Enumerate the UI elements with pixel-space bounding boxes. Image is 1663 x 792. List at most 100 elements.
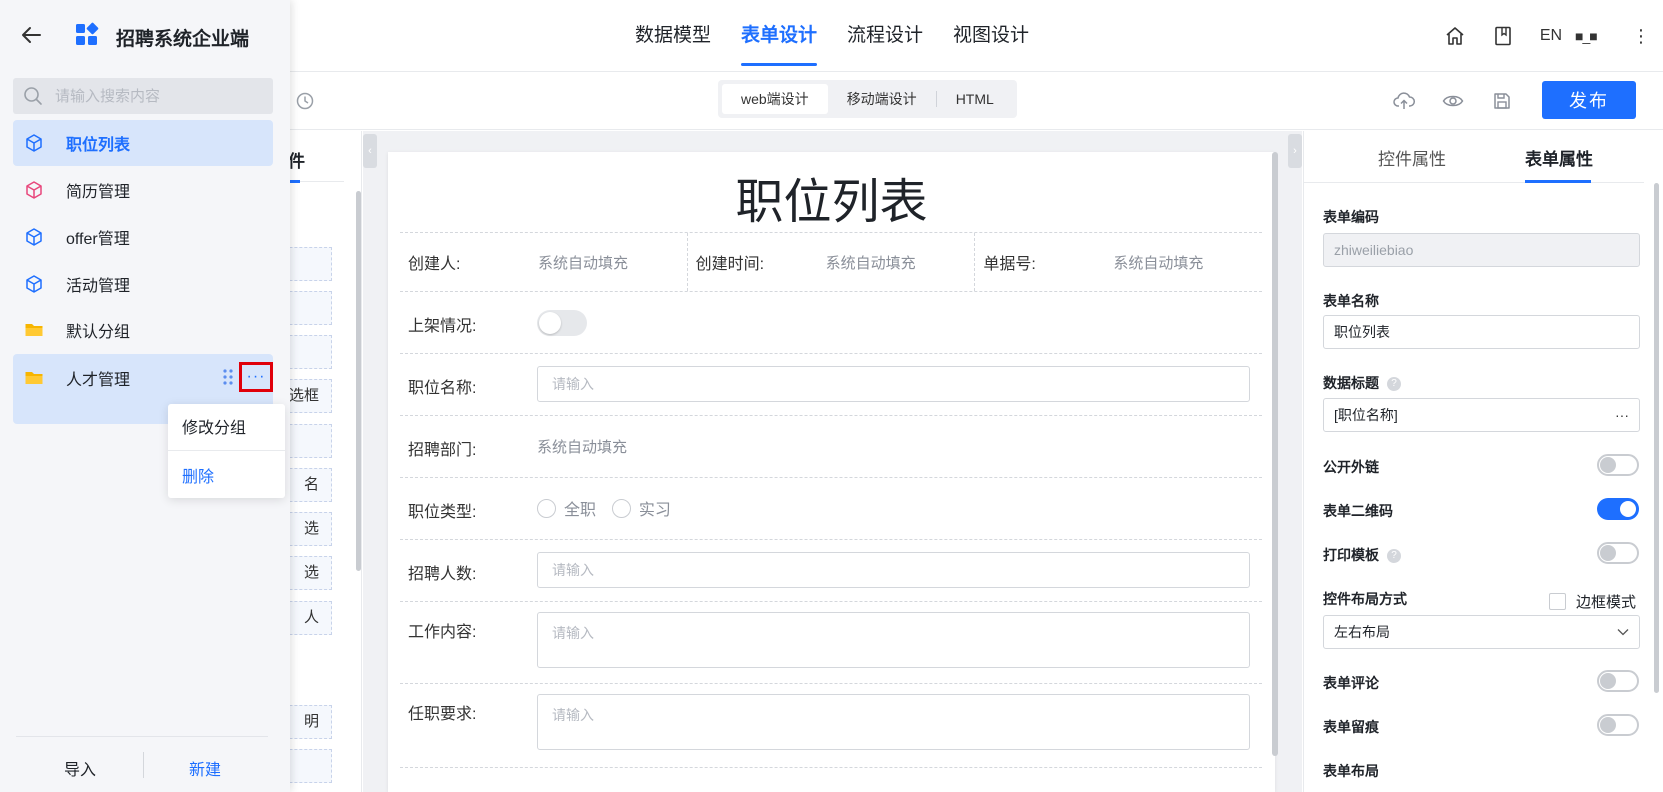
history-icon[interactable] bbox=[290, 86, 320, 116]
more-vertical-icon[interactable]: ⋮ bbox=[1619, 26, 1663, 47]
nav-item-label: 默认分组 bbox=[66, 324, 131, 341]
save-icon[interactable] bbox=[1487, 86, 1517, 116]
language-switch[interactable]: EN bbox=[1527, 27, 1575, 45]
nav-item-position-list[interactable]: 职位列表 bbox=[13, 120, 273, 166]
nav-item-activity-management[interactable]: 活动管理 bbox=[13, 261, 273, 307]
preview-eye-icon[interactable] bbox=[1438, 86, 1468, 116]
segment-web[interactable]: web端设计 bbox=[722, 84, 828, 114]
radio-circle bbox=[537, 498, 556, 518]
doc-number-value: 系统自动填充 bbox=[1113, 254, 1204, 272]
chevron-down-icon bbox=[1617, 629, 1629, 636]
nav-item-resume-management[interactable]: 简历管理 bbox=[13, 167, 273, 213]
menu-item-edit-group[interactable]: 修改分组 bbox=[182, 414, 246, 438]
canvas-scrollbar[interactable] bbox=[1272, 152, 1278, 756]
trace-label: 表单留痕 bbox=[1323, 719, 1379, 735]
collapse-left-handle[interactable]: ‹ bbox=[363, 134, 377, 168]
comments-toggle[interactable] bbox=[1597, 670, 1639, 692]
tab-form-properties[interactable]: 表单属性 bbox=[1525, 145, 1593, 170]
field-job-content[interactable]: 工作内容: 请输入 bbox=[400, 602, 1262, 684]
field-label: 上架情况: bbox=[408, 318, 477, 335]
help-icon[interactable]: ? bbox=[1387, 377, 1401, 392]
tab-form-design[interactable]: 表单设计 bbox=[726, 0, 832, 72]
cube-icon bbox=[26, 181, 42, 199]
group-more-button[interactable]: ··· bbox=[239, 362, 273, 392]
collapse-right-handle[interactable]: › bbox=[1288, 134, 1302, 168]
nav-group-default[interactable]: 默认分组 bbox=[13, 307, 273, 353]
tab-flow-design[interactable]: 流程设计 bbox=[832, 0, 938, 72]
form-name-input[interactable]: 职位列表 bbox=[1323, 315, 1640, 349]
public-link-toggle[interactable] bbox=[1597, 454, 1639, 476]
headcount-input[interactable]: 请输入 bbox=[537, 552, 1250, 588]
help-icon[interactable]: ? bbox=[1387, 549, 1401, 564]
requirements-textarea[interactable]: 请输入 bbox=[537, 694, 1250, 750]
field-position-type[interactable]: 职位类型: 全职 实习 bbox=[400, 478, 1262, 540]
properties-scrollbar[interactable] bbox=[1654, 183, 1659, 693]
drag-handle-icon[interactable] bbox=[222, 368, 234, 386]
form-layout-label: 表单布局 bbox=[1323, 763, 1379, 779]
segment-html[interactable]: HTML bbox=[937, 84, 1013, 114]
top-nav-tabs: 数据模型 表单设计 流程设计 视图设计 bbox=[620, 0, 1044, 72]
field-label: 任职要求: bbox=[408, 706, 477, 723]
menu-item-delete[interactable]: 删除 bbox=[182, 463, 214, 487]
data-title-input[interactable]: [职位名称] ··· bbox=[1323, 398, 1640, 432]
radio-label: 全职 bbox=[564, 502, 597, 519]
field-requirements[interactable]: 任职要求: 请输入 bbox=[400, 684, 1262, 768]
position-name-input[interactable]: 请输入 bbox=[537, 366, 1250, 402]
form-card: 职位列表 创建人: 系统自动填充 创建时间: 系统自动填充 单据号: 系统自动填… bbox=[388, 152, 1275, 792]
created-time-label: 创建时间: bbox=[695, 256, 765, 273]
print-template-label-text: 打印模板 bbox=[1323, 547, 1379, 563]
system-info-row[interactable]: 创建人: 系统自动填充 创建时间: 系统自动填充 单据号: 系统自动填充 bbox=[400, 232, 1262, 292]
book-icon[interactable] bbox=[1479, 16, 1527, 56]
cloud-upload-icon[interactable] bbox=[1389, 86, 1419, 116]
created-time-value: 系统自动填充 bbox=[825, 254, 916, 272]
border-mode-label: 边框模式 bbox=[1576, 594, 1637, 611]
data-title-label: 数据标题? bbox=[1323, 373, 1401, 393]
import-button[interactable]: 导入 bbox=[64, 756, 96, 780]
user-name[interactable]: ■_■ bbox=[1575, 28, 1619, 44]
radio-intern[interactable]: 实习 bbox=[611, 496, 671, 520]
tab-data-model[interactable]: 数据模型 bbox=[620, 0, 726, 72]
nav-item-label: offer管理 bbox=[66, 231, 130, 248]
public-link-label: 公开外链 bbox=[1323, 459, 1379, 475]
qr-code-toggle[interactable] bbox=[1597, 498, 1639, 520]
form-name-label: 表单名称 bbox=[1323, 293, 1379, 309]
trace-toggle[interactable] bbox=[1597, 714, 1639, 736]
component-tab-label[interactable]: 件 bbox=[288, 147, 305, 172]
app-title: 招聘系统企业端 bbox=[116, 29, 250, 50]
tab-view-design[interactable]: 视图设计 bbox=[938, 0, 1044, 72]
radio-fulltime[interactable]: 全职 bbox=[537, 496, 596, 520]
tab-control-properties[interactable]: 控件属性 bbox=[1378, 145, 1446, 170]
field-listing-status[interactable]: 上架情况: bbox=[400, 292, 1262, 354]
listing-status-toggle[interactable] bbox=[537, 310, 587, 336]
properties-tab-indicator bbox=[1525, 180, 1591, 183]
component-panel-scrollbar[interactable] bbox=[356, 191, 361, 571]
segment-mobile[interactable]: 移动端设计 bbox=[828, 84, 936, 114]
folder-icon bbox=[25, 372, 43, 384]
layout-mode-value: 左右布局 bbox=[1334, 624, 1390, 640]
print-template-label: 打印模板? bbox=[1323, 545, 1401, 565]
field-headcount[interactable]: 招聘人数: 请输入 bbox=[400, 540, 1262, 602]
cube-icon bbox=[26, 228, 42, 246]
data-title-more-button[interactable]: ··· bbox=[1615, 399, 1629, 431]
form-code-input: zhiweiliebiao bbox=[1323, 233, 1640, 267]
radio-circle bbox=[611, 498, 631, 518]
nav-item-offer-management[interactable]: offer管理 bbox=[13, 214, 273, 260]
print-template-toggle[interactable] bbox=[1597, 542, 1639, 564]
creator-label: 创建人: bbox=[408, 256, 461, 273]
menu-divider bbox=[168, 450, 285, 451]
field-label: 职位类型: bbox=[408, 504, 477, 521]
cube-icon bbox=[26, 134, 42, 152]
field-department[interactable]: 招聘部门: 系统自动填充 bbox=[400, 416, 1262, 478]
new-button[interactable]: 新建 bbox=[189, 756, 221, 780]
form-title[interactable]: 职位列表 bbox=[388, 162, 1275, 232]
job-content-textarea[interactable]: 请输入 bbox=[537, 612, 1250, 668]
qr-code-label: 表单二维码 bbox=[1323, 503, 1393, 519]
home-icon[interactable] bbox=[1431, 16, 1479, 56]
border-mode-checkbox[interactable]: 边框模式 bbox=[1549, 591, 1636, 612]
nav-search-input[interactable] bbox=[55, 78, 255, 114]
layout-mode-select[interactable]: 左右布局 bbox=[1323, 615, 1640, 649]
field-position-name[interactable]: 职位名称: 请输入 bbox=[400, 354, 1262, 416]
publish-button[interactable]: 发布 bbox=[1542, 81, 1636, 119]
properties-panel: 控件属性 表单属性 表单编码 zhiweiliebiao 表单名称 职位列表 数… bbox=[1303, 131, 1663, 792]
back-arrow-icon[interactable] bbox=[18, 22, 44, 48]
